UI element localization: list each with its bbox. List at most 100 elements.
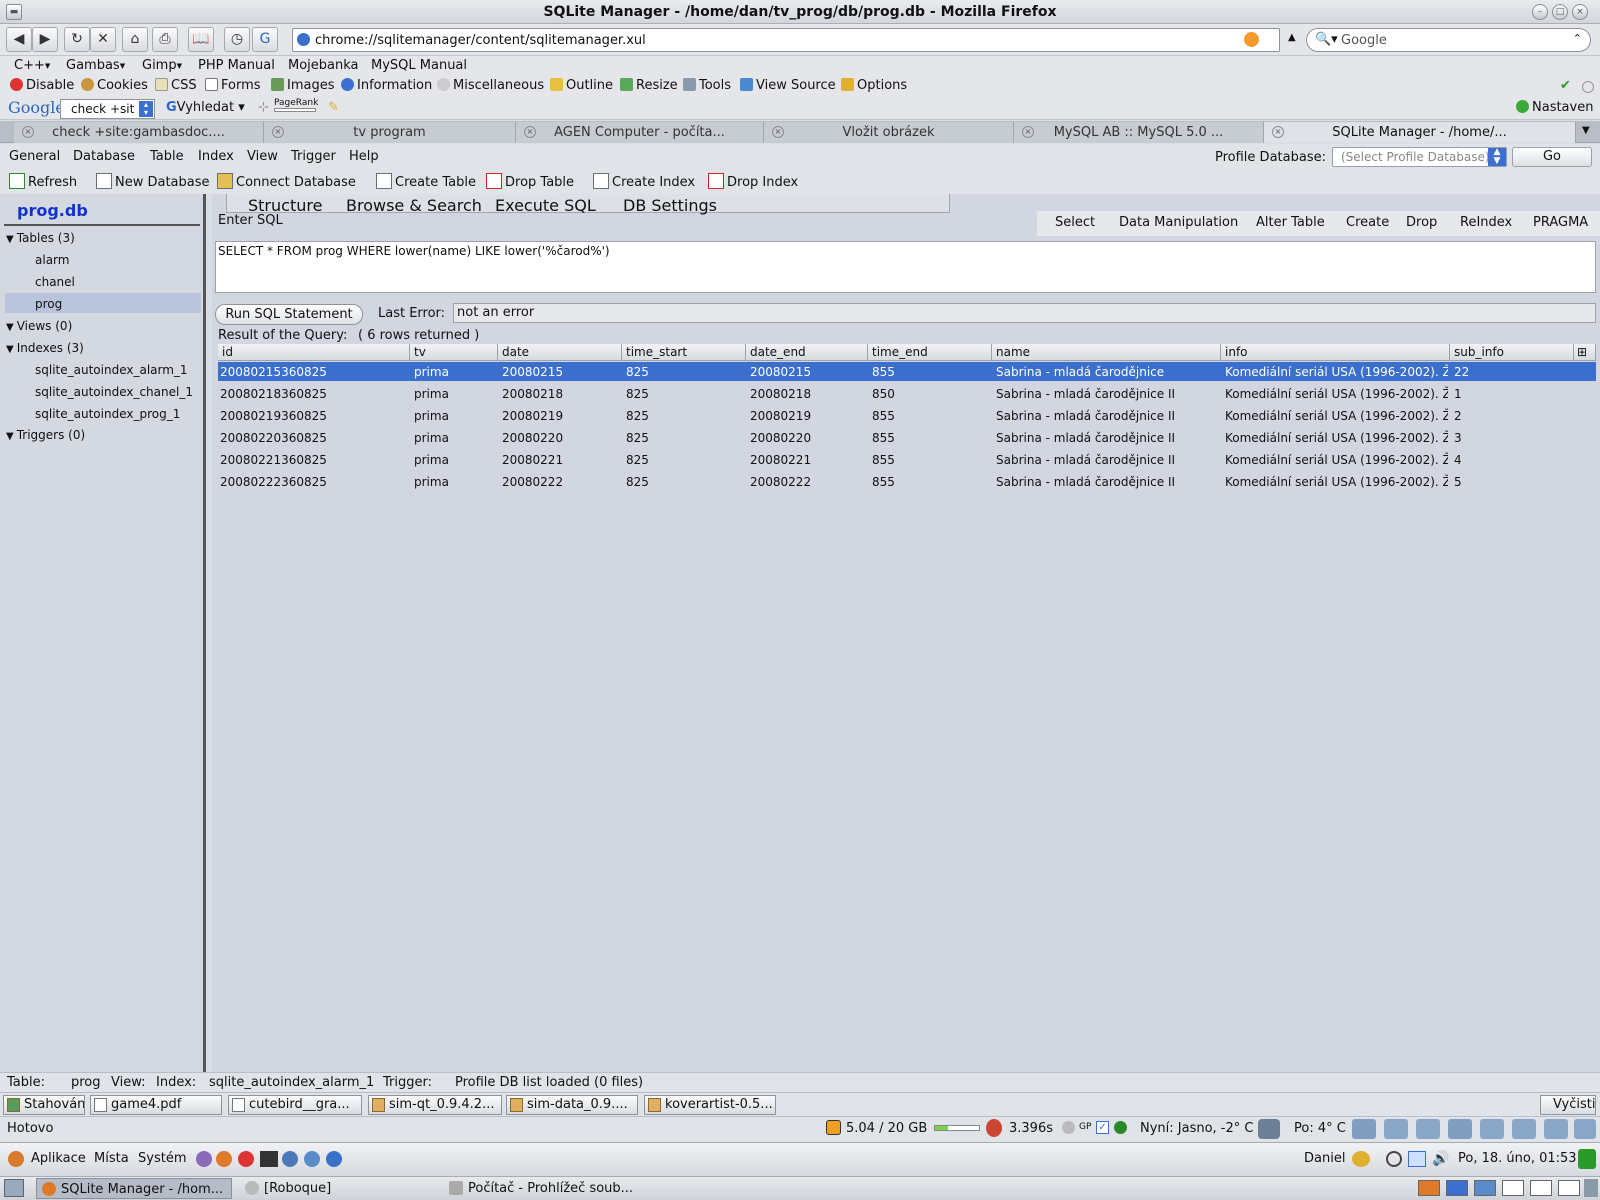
menu-aplikace[interactable]: Aplikace bbox=[31, 1151, 86, 1166]
refresh-button[interactable]: Refresh bbox=[9, 173, 77, 190]
google-toolbar-icon[interactable]: G bbox=[252, 27, 278, 52]
browser-tab[interactable]: × AGEN Computer - počíta... bbox=[516, 122, 764, 143]
column-header[interactable]: time_start bbox=[622, 344, 746, 361]
wd-resize[interactable]: Resize bbox=[620, 78, 678, 93]
trash-icon[interactable] bbox=[1584, 1179, 1598, 1197]
workspace-6-icon[interactable] bbox=[1558, 1180, 1580, 1196]
download-item[interactable]: game4.pdf bbox=[90, 1095, 222, 1115]
history-icon[interactable]: ◷ bbox=[224, 27, 250, 52]
wd-disable[interactable]: Disable bbox=[10, 78, 74, 93]
wd-miscellaneous[interactable]: Miscellaneous bbox=[437, 78, 544, 93]
tree-indexes-header[interactable]: ▼ Indexes (3) bbox=[6, 341, 84, 355]
downloads-button[interactable]: Stahování bbox=[3, 1095, 85, 1115]
new-database-button[interactable]: New Database bbox=[96, 173, 210, 190]
close-window-icon[interactable]: × bbox=[1572, 4, 1588, 20]
search-engine-icon[interactable]: 🔍▾ bbox=[1315, 32, 1338, 47]
tab-list-dropdown-icon[interactable]: ▼ bbox=[1582, 125, 1590, 136]
sql-select-button[interactable]: Select bbox=[1055, 215, 1095, 230]
table-row[interactable]: 20080222360825 prima 20080222 825 200802… bbox=[218, 472, 1596, 493]
column-header[interactable]: info bbox=[1221, 344, 1450, 361]
rss-feed-icon[interactable] bbox=[1244, 32, 1259, 47]
home-button[interactable]: ⌂ bbox=[122, 27, 148, 52]
wd-outline[interactable]: Outline bbox=[550, 78, 613, 93]
tree-item-index[interactable]: sqlite_autoindex_prog_1 bbox=[35, 407, 180, 421]
network-launcher-icon[interactable] bbox=[304, 1151, 320, 1167]
sql-alter-table-button[interactable]: Alter Table bbox=[1256, 215, 1325, 230]
close-tab-icon[interactable]: × bbox=[22, 126, 34, 138]
table-row[interactable]: 20080220360825 prima 20080220 825 200802… bbox=[218, 428, 1596, 449]
table-row[interactable]: 20080215360825 prima 20080215 825 200802… bbox=[218, 362, 1596, 383]
wd-forms[interactable]: Forms bbox=[205, 78, 261, 93]
bookmark-mysql-manual[interactable]: MySQL Manual bbox=[371, 58, 467, 73]
check-icon[interactable]: ✓ bbox=[1096, 1121, 1109, 1134]
taskbar-item[interactable]: Počítač - Prohlížeč soub... bbox=[444, 1178, 654, 1199]
bookmark-php-manual[interactable]: PHP Manual bbox=[198, 58, 275, 73]
validation-check-icon[interactable]: ✔ bbox=[1560, 78, 1571, 93]
highlight-pen-icon[interactable]: ✎ bbox=[328, 100, 339, 115]
bookmark-gambas[interactable]: Gambas▾ bbox=[66, 58, 125, 73]
bookmark-cpp[interactable]: C++▾ bbox=[14, 58, 50, 73]
tree-item-index[interactable]: sqlite_autoindex_chanel_1 bbox=[35, 385, 193, 399]
weather-sun-cloud-icon[interactable] bbox=[1416, 1119, 1440, 1139]
column-header[interactable]: sub_info bbox=[1450, 344, 1574, 361]
keys-icon[interactable] bbox=[1352, 1151, 1370, 1167]
taskbar-item[interactable]: [Roboque] bbox=[240, 1178, 440, 1199]
google-search-input[interactable]: check +sit ▴ ▾ bbox=[60, 99, 155, 119]
menu-view[interactable]: View bbox=[247, 149, 278, 164]
profile-database-select[interactable]: (Select Profile Database) ▲ ▼ bbox=[1332, 147, 1507, 167]
bookmark-gimp[interactable]: Gimp▾ bbox=[142, 58, 182, 73]
menu-table[interactable]: Table bbox=[150, 149, 184, 164]
workspace-3-icon[interactable] bbox=[1474, 1180, 1496, 1196]
column-picker-icon[interactable]: ⊞ bbox=[1574, 344, 1596, 361]
terminal-launcher-icon[interactable] bbox=[260, 1151, 278, 1167]
show-desktop-icon[interactable] bbox=[4, 1179, 24, 1197]
sql-drop-button[interactable]: Drop bbox=[1406, 215, 1437, 230]
network-icon[interactable] bbox=[1408, 1151, 1426, 1167]
tree-tables-header[interactable]: ▼ Tables (3) bbox=[6, 231, 75, 245]
weather-moon-icon[interactable] bbox=[1258, 1119, 1280, 1139]
weather-rain-icon[interactable] bbox=[1352, 1119, 1376, 1139]
tree-item-prog-selected[interactable]: prog bbox=[5, 293, 201, 313]
clear-downloads-button[interactable]: Vyčistit bbox=[1540, 1095, 1596, 1115]
table-row[interactable]: 20080221360825 prima 20080221 825 200802… bbox=[218, 450, 1596, 471]
google-history-dropdown-icon[interactable]: ▴ ▾ bbox=[139, 101, 153, 117]
taskbar-item-active[interactable]: SQLite Manager - /hom... bbox=[36, 1178, 232, 1199]
column-header[interactable]: time_end bbox=[868, 344, 992, 361]
close-tab-icon[interactable]: × bbox=[272, 126, 284, 138]
sql-pragma-button[interactable]: PRAGMA bbox=[1533, 215, 1588, 230]
menu-index[interactable]: Index bbox=[198, 149, 234, 164]
tree-triggers-header[interactable]: ▼ Triggers (0) bbox=[6, 428, 85, 442]
tab-browse-search[interactable]: Browse & Search bbox=[346, 196, 482, 215]
sql-create-button[interactable]: Create bbox=[1346, 215, 1389, 230]
shutdown-icon[interactable] bbox=[1578, 1149, 1596, 1169]
close-tab-icon[interactable]: × bbox=[1272, 126, 1284, 138]
drop-index-button[interactable]: Drop Index bbox=[708, 173, 798, 190]
weather-cloud-icon[interactable] bbox=[1480, 1119, 1504, 1139]
wd-css[interactable]: CSS bbox=[155, 78, 197, 93]
menu-system[interactable]: Systém bbox=[138, 1151, 186, 1166]
google-search-button[interactable]: GVyhledat ▾ bbox=[166, 100, 245, 115]
status-gray-icon[interactable] bbox=[1062, 1121, 1075, 1134]
weather-cloud-icon[interactable] bbox=[1544, 1119, 1568, 1139]
volume-icon[interactable]: 🔊 bbox=[1432, 1151, 1449, 1167]
back-button[interactable]: ◀ bbox=[6, 27, 32, 52]
wd-view-source[interactable]: View Source bbox=[740, 78, 836, 93]
workspace-2-icon[interactable] bbox=[1446, 1180, 1468, 1196]
run-sql-button[interactable]: Run SQL Statement bbox=[215, 304, 363, 325]
drop-table-button[interactable]: Drop Table bbox=[486, 173, 574, 190]
menu-general[interactable]: General bbox=[9, 149, 60, 164]
tab-db-settings[interactable]: DB Settings bbox=[623, 196, 717, 215]
menu-help[interactable]: Help bbox=[349, 149, 379, 164]
download-item[interactable]: koverartist-0.5... bbox=[644, 1095, 776, 1115]
sql-reindex-button[interactable]: ReIndex bbox=[1460, 215, 1512, 230]
tree-views-header[interactable]: ▼ Views (0) bbox=[6, 319, 72, 333]
mail-launcher-icon[interactable] bbox=[282, 1151, 298, 1167]
url-dropdown-icon[interactable]: ▲ bbox=[1288, 32, 1296, 43]
column-header[interactable]: date bbox=[498, 344, 622, 361]
url-bar[interactable]: chrome://sqlitemanager/content/sqliteman… bbox=[292, 28, 1280, 52]
user-name[interactable]: Daniel bbox=[1304, 1151, 1345, 1166]
reload-button[interactable]: ↻ bbox=[64, 27, 90, 52]
workspace-4-icon[interactable] bbox=[1502, 1180, 1524, 1196]
browser-tab[interactable]: × tv program bbox=[264, 122, 516, 143]
tree-item-alarm[interactable]: alarm bbox=[35, 253, 69, 267]
